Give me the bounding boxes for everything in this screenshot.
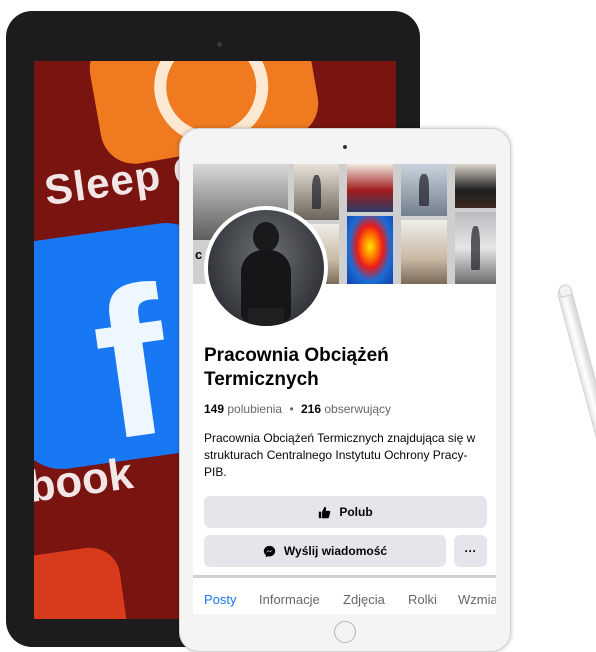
stats-separator: • (289, 402, 294, 416)
messenger-icon (263, 545, 276, 557)
profile-avatar[interactable] (204, 206, 328, 330)
followers-count[interactable]: 216 (301, 402, 321, 416)
cover-photo (347, 164, 393, 212)
foreground-tablet: c Pracownia Obciążeń Termicznych 149 pol… (179, 128, 511, 652)
send-message-button[interactable]: Wyślij wiadomość (204, 535, 446, 567)
more-icon: ··· (464, 544, 477, 558)
stylus-pencil (556, 283, 596, 621)
facebook-page-screen: c Pracownia Obciążeń Termicznych 149 pol… (193, 164, 496, 614)
followers-label[interactable]: obserwujący (324, 402, 391, 416)
likes-label[interactable]: polubienia (227, 402, 282, 416)
likes-count[interactable]: 149 (204, 402, 224, 416)
home-button[interactable] (334, 621, 356, 643)
like-button-label: Polub (339, 505, 373, 519)
mannequin-head (253, 222, 279, 252)
tab-reels[interactable]: Rolki (408, 592, 437, 607)
cover-photo (401, 164, 447, 216)
tab-photos[interactable]: Zdjęcia (343, 592, 385, 607)
cover-photo (455, 212, 496, 284)
page-title: Pracownia Obciążeń Termicznych (204, 345, 389, 390)
tab-posts[interactable]: Posty (204, 592, 237, 607)
tab-mentions[interactable]: Wzmia (458, 592, 496, 607)
cover-overlay-text: c (195, 247, 203, 262)
tab-about[interactable]: Informacje (259, 592, 320, 607)
send-message-label: Wyślij wiadomość (283, 544, 388, 558)
cover-photo-thermal (347, 216, 393, 284)
more-options-button[interactable]: ··· (454, 535, 487, 567)
cover-photo (294, 164, 339, 220)
page-tabs: Posty Informacje Zdjęcia Rolki Wzmia (193, 578, 496, 614)
page-description: Pracownia Obciążeń Termicznych znajdując… (204, 431, 476, 479)
mannequin-legs (248, 308, 284, 326)
thumbs-up-icon (319, 506, 331, 518)
partial-app-icon (34, 543, 132, 619)
camera-dot (217, 42, 222, 47)
cover-photo (401, 220, 447, 284)
camera-dot (343, 145, 347, 149)
cover-photo (455, 164, 496, 208)
pencil-cap (557, 283, 574, 299)
page-stats: 149 polubienia • 216 obserwujący (204, 402, 391, 416)
like-button[interactable]: Polub (204, 496, 487, 528)
facebook-f-glyph: f (80, 242, 183, 485)
